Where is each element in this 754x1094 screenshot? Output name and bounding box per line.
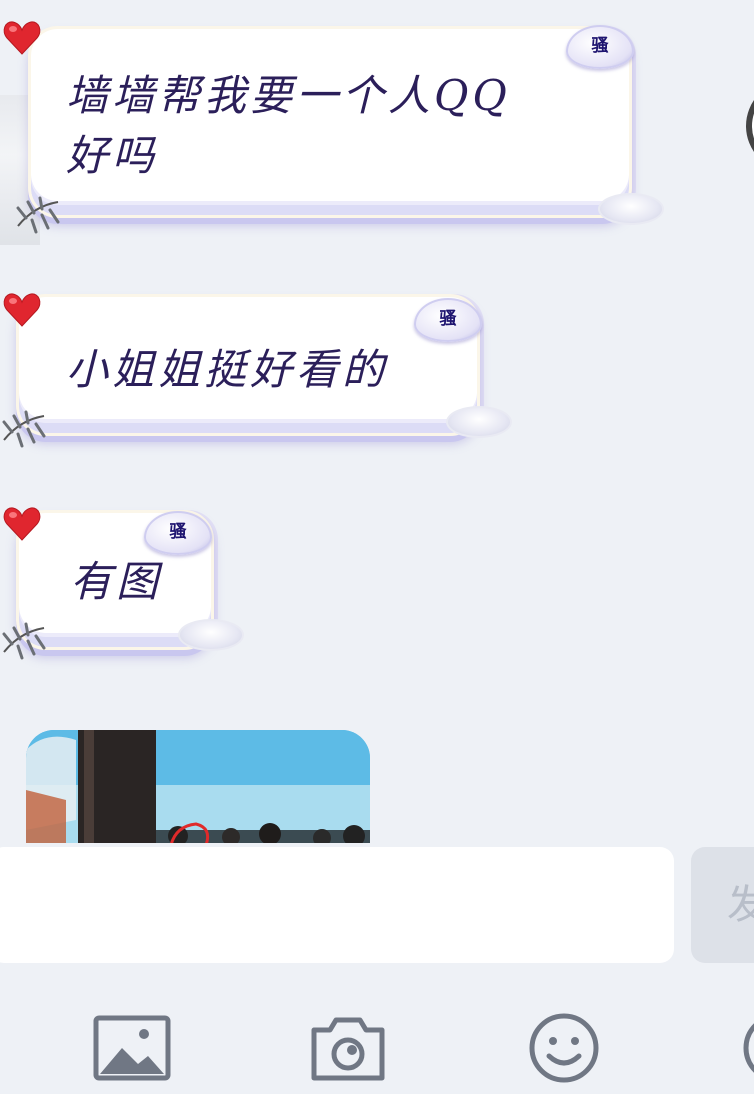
leaf-decoration-icon — [16, 196, 60, 234]
photo-thumbnail — [26, 730, 370, 845]
self-avatar[interactable] — [746, 80, 754, 172]
bubble-tag: 骚 — [144, 511, 212, 555]
heart-icon — [3, 293, 41, 327]
heart-icon — [3, 507, 41, 541]
message-input[interactable] — [0, 847, 674, 963]
bubble-drop-decoration — [178, 619, 244, 651]
message-text: 墙墙帮我要一个人QQ 好吗 — [66, 66, 606, 186]
composer-bar: 发 — [0, 843, 754, 976]
message-text: 小姐姐挺好看的 — [66, 345, 389, 394]
send-button[interactable]: 发 — [691, 847, 754, 963]
leaf-decoration-icon — [2, 410, 46, 448]
leaf-decoration-icon — [2, 622, 46, 660]
bubble-tag: 骚 — [414, 298, 482, 342]
message-text: 有图 — [70, 557, 163, 606]
bubble-drop-decoration — [598, 193, 664, 225]
more-icon[interactable] — [738, 1012, 754, 1084]
bottom-toolbar — [0, 976, 754, 1094]
image-icon[interactable] — [92, 1012, 172, 1084]
chat-screen: 墙墙帮我要一个人QQ 好吗 骚 小姐姐挺好看的 骚 有图 骚 发 — [0, 0, 754, 1094]
bubble-tag: 骚 — [566, 25, 634, 69]
photo-message[interactable] — [26, 730, 370, 845]
emoji-icon[interactable] — [524, 1012, 604, 1084]
heart-icon — [3, 21, 41, 55]
bubble-drop-decoration — [446, 406, 512, 438]
message-text-line: 墙墙帮我要一个人QQ — [66, 71, 511, 120]
camera-icon[interactable] — [308, 1012, 388, 1084]
message-text-line: 好吗 — [66, 131, 159, 180]
